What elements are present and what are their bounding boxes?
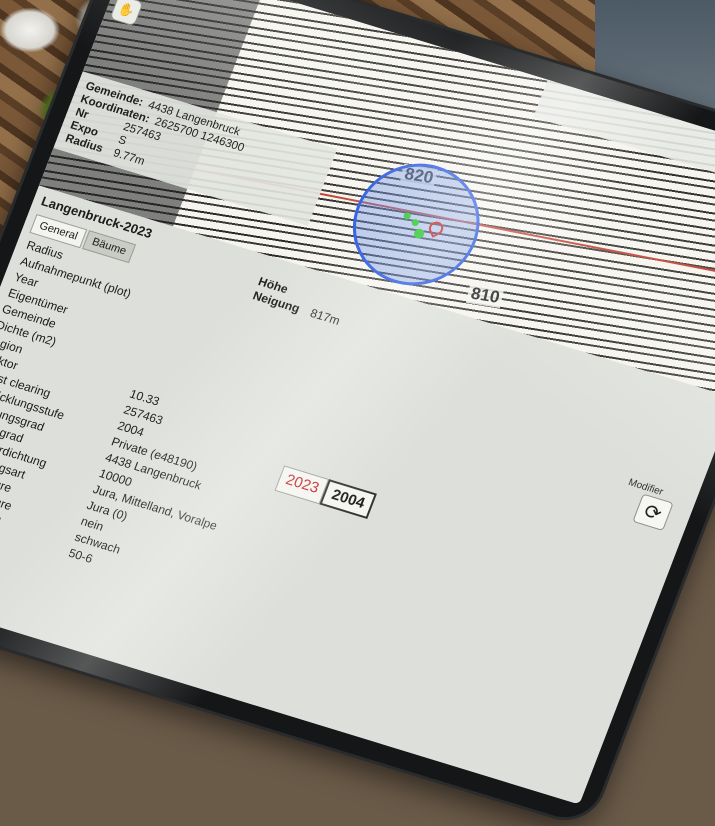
hoehe-value: 817m [308, 305, 343, 328]
refresh-button[interactable]: ⟳ [632, 493, 674, 531]
tablet-screen: 820 810 ▦ ✋ ☆ Gemeinde: 4438 Langenbruck… [0, 0, 715, 805]
year-selector: 2023 2004 [274, 465, 377, 519]
refresh-icon: ⟳ [640, 499, 665, 526]
contour-label-810: 810 [465, 283, 505, 309]
year-2004-button[interactable]: 2004 [319, 479, 377, 519]
height-slope-labels: Höhe Neigung [251, 274, 308, 316]
tablet-device: 820 810 ▦ ✋ ☆ Gemeinde: 4438 Langenbruck… [0, 0, 715, 826]
field-values: 10.33 257463 2004 Private (e48190) 4438 … [66, 386, 256, 599]
